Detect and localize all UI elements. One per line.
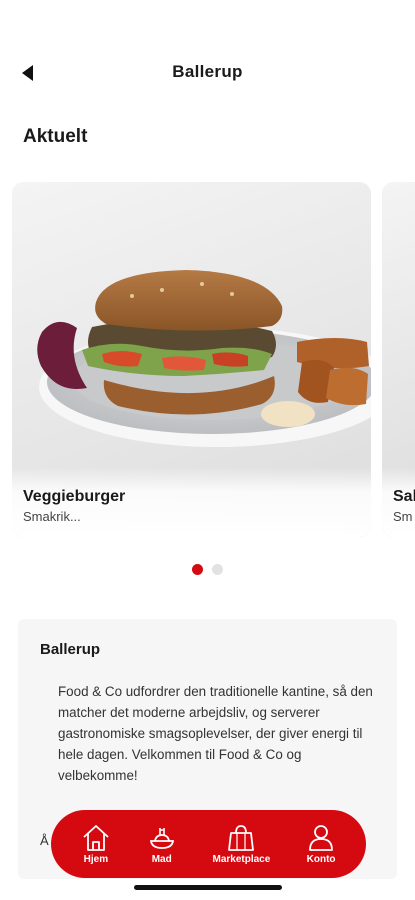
shopping-bag-icon (228, 825, 255, 851)
info-description: Food & Co udfordrer den traditionelle ka… (58, 684, 373, 783)
page-title: Ballerup (172, 62, 243, 81)
bottom-navigation: Hjem Mad Marketplace Konto (51, 810, 366, 878)
home-icon (83, 825, 109, 851)
carousel-card[interactable]: Sal Sm (382, 182, 415, 537)
section-title: Aktuelt (23, 126, 88, 147)
carousel-pagination (0, 564, 415, 575)
home-indicator (134, 885, 282, 890)
nav-item-mad[interactable]: Mad (147, 814, 177, 874)
nav-item-marketplace[interactable]: Marketplace (212, 814, 270, 874)
nav-label: Konto (306, 854, 336, 865)
carousel-card[interactable]: Veggieburger Smakrik... (12, 182, 371, 537)
nav-item-hjem[interactable]: Hjem (81, 814, 111, 874)
account-icon (309, 825, 333, 851)
pagination-dot-active[interactable] (192, 564, 203, 575)
info-next-heading: Å (40, 833, 49, 848)
news-carousel[interactable]: Veggieburger Smakrik... Sal Sm (12, 182, 415, 537)
nav-label: Mad (151, 854, 172, 865)
card-title: Veggieburger (23, 488, 126, 505)
nav-item-konto[interactable]: Konto (306, 814, 336, 874)
card-title: Sal (393, 488, 415, 505)
top-bar: Ballerup (0, 52, 415, 92)
pagination-dot[interactable] (212, 564, 223, 575)
nav-label: Hjem (83, 854, 109, 865)
info-title: Ballerup (40, 641, 101, 658)
card-subtitle: Sm (393, 509, 413, 524)
card-subtitle: Smakrik... (23, 509, 81, 524)
nav-label: Marketplace (212, 854, 271, 865)
food-icon (149, 828, 174, 849)
